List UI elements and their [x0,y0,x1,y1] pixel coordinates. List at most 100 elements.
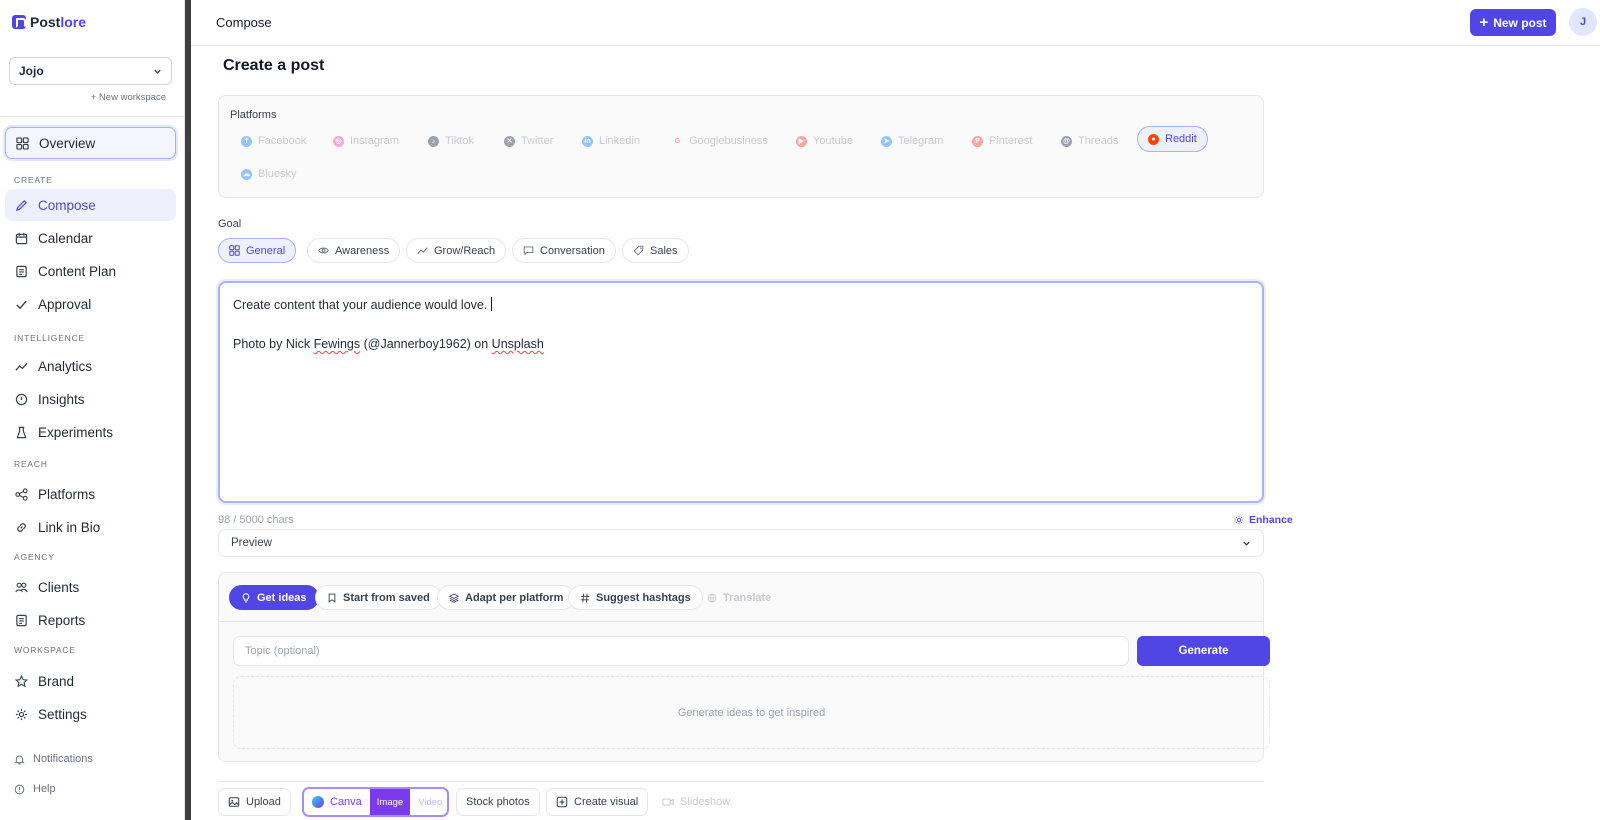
sidebar-item-clients[interactable]: Clients [5,571,176,603]
sidebar-item-label: Link in Bio [38,519,101,535]
slideshow-button[interactable]: Slideshow [652,788,741,816]
goal-awareness[interactable]: Awareness [307,238,401,263]
goal-item-label: General [246,244,286,257]
post-editor[interactable]: Create content that your audience would … [218,281,1264,503]
start-from-saved-label: Start from saved [343,591,430,604]
platform-reddit[interactable]: ● Reddit [1137,126,1208,152]
new-post-button[interactable]: + New post [1470,9,1556,36]
platform-label: Threads [1078,135,1119,147]
sidebar-item-approval[interactable]: Approval [5,288,176,320]
sidebar-item-settings[interactable]: Settings [5,698,176,730]
platform-telegram[interactable]: ➤ Telegram [875,128,949,154]
platform-label: Instagram [350,135,399,147]
upload-button[interactable]: Upload [218,788,291,816]
telegram-icon: ➤ [881,135,892,147]
lightbulb-icon [242,592,250,602]
stock-photos-button[interactable]: Stock photos [456,788,540,816]
tiktok-icon: ♪ [428,135,439,147]
gear-icon [15,708,28,720]
eye-icon [318,247,329,254]
platform-linkedin[interactable]: in Linkedin [576,128,646,154]
sidebar-item-experiments[interactable]: Experiments [5,416,176,448]
avatar[interactable]: J [1569,8,1597,36]
sidebar-item-label: Compose [38,197,96,213]
adapt-per-platform-button[interactable]: Adapt per platform [437,585,576,610]
google-icon: G [674,137,681,145]
sidebar-item-link-in-bio[interactable]: Link in Bio [5,511,176,543]
sidebar-item-help[interactable]: Help [14,783,56,795]
goal-grow-reach[interactable]: Grow/Reach [406,238,507,263]
sidebar-item-insights[interactable]: Insights [5,383,176,415]
platforms-label: Platforms [230,109,277,121]
layers-icon [449,593,459,603]
bluesky-icon: ☁ [241,168,252,180]
start-from-saved-button[interactable]: Start from saved [315,585,442,610]
platform-label: Twitter [521,135,554,147]
sidebar-item-label: Analytics [38,358,93,374]
new-post-label: New post [1493,15,1547,30]
platform-label: Telegram [898,135,944,147]
create-visual-button[interactable]: Create visual [546,788,649,816]
workspace-select[interactable]: Jojo [9,57,172,85]
platform-youtube[interactable]: ▶ Youtube [790,128,859,154]
nav-section-create: CREATE [14,175,53,185]
goal-general[interactable]: General [218,238,297,263]
canva-image-tab[interactable]: Image [369,789,411,815]
canva-video-tab[interactable]: Video [410,797,447,808]
generate-button[interactable]: Generate [1137,636,1270,666]
brand-name-a: Post [30,14,61,30]
platform-threads[interactable]: @ Threads [1055,128,1124,154]
main-content: Compose + New post J Create a post Platf… [191,0,1600,820]
globe-icon [707,593,717,603]
platform-twitter[interactable]: ✕ Twitter [498,128,559,154]
new-workspace-link[interactable]: + New workspace [91,92,166,103]
x-icon: ✕ [504,135,515,147]
suggest-hashtags-button[interactable]: Suggest hashtags [568,585,703,610]
bell-icon [14,755,25,764]
goal-conversation[interactable]: Conversation [512,238,616,263]
platform-instagram[interactable]: ◎ Instagram [327,128,405,154]
editor-text-2a: Photo by Nick [233,337,314,351]
get-ideas-button[interactable]: Get ideas [229,585,319,610]
translate-button[interactable]: Translate [695,585,783,610]
reddit-icon: ● [1148,133,1159,145]
nav-section-workspace: WORKSPACE [14,645,76,655]
topic-input[interactable]: Topic (optional) [233,636,1129,666]
sidebar-item-compose[interactable]: Compose [5,189,176,221]
calendar-icon [15,232,28,244]
media-divider [218,781,1264,782]
image-icon [228,797,240,807]
sidebar-item-reports[interactable]: Reports [5,604,176,636]
sidebar-item-overview[interactable]: Overview [5,127,176,159]
platform-label: Tiktok [445,135,474,147]
sidebar-item-analytics[interactable]: Analytics [5,350,176,382]
canva-button[interactable]: Canva [304,789,370,815]
sidebar-item-content-plan[interactable]: Content Plan [5,255,176,287]
page-breadcrumb: Compose [216,15,272,30]
trending-icon [15,362,28,371]
sidebar-item-calendar[interactable]: Calendar [5,222,176,254]
hashtag-icon [580,593,590,602]
nav-section-agency: AGENCY [14,552,55,562]
platform-label: Bluesky [258,168,297,180]
preview-toggle[interactable]: Preview [218,529,1264,557]
sparkle-icon [1234,515,1244,525]
platform-pinterest[interactable]: P Pinterest [966,128,1038,154]
sidebar-item-platforms[interactable]: Platforms [5,478,176,510]
platform-googlebusiness[interactable]: G Googlebusiness [666,128,774,154]
sidebar-item-notifications[interactable]: Notifications [14,753,93,765]
platform-tiktok[interactable]: ♪ Tiktok [422,128,480,154]
goal-sales[interactable]: Sales [622,238,689,263]
help-label: Help [33,783,56,795]
sidebar-item-brand[interactable]: Brand [5,665,176,697]
sidebar-item-label: Content Plan [38,263,117,279]
platform-facebook[interactable]: f Facebook [235,128,312,154]
platform-label: Linkedin [599,135,640,147]
app-logo[interactable]: Post lore [12,14,86,30]
goal-item-label: Sales [650,244,678,257]
platform-label: Pinterest [989,135,1033,147]
enhance-button[interactable]: Enhance [1234,514,1293,526]
platform-bluesky[interactable]: ☁ Bluesky [235,161,303,187]
video-icon [662,798,674,806]
pencil-icon [15,199,27,211]
